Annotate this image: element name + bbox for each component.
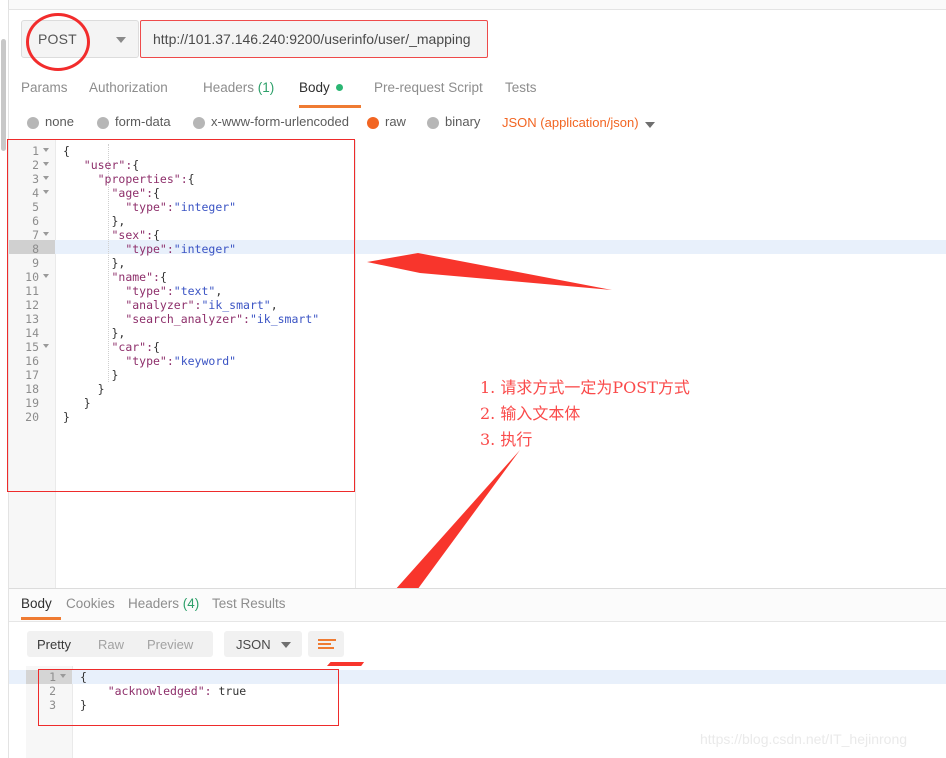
tab-authorization[interactable]: Authorization	[89, 80, 168, 95]
tab-headers-count: (1)	[257, 80, 275, 95]
radio-none-label[interactable]: none	[45, 114, 74, 129]
response-tab-headers-label: Headers	[128, 596, 180, 611]
tab-body-label: Body	[299, 80, 330, 95]
response-active-tab-indicator	[21, 617, 61, 620]
radio-binary[interactable]	[427, 117, 439, 129]
content-type-select-label[interactable]: JSON (application/json)	[502, 115, 639, 130]
radio-form-data-label[interactable]: form-data	[115, 114, 171, 129]
tab-headers-label: Headers	[203, 80, 255, 95]
tab-params[interactable]: Params	[21, 80, 68, 95]
body-modified-dot-icon	[335, 84, 343, 91]
response-tabs: Body Cookies Headers (4) Test Results	[9, 589, 946, 622]
view-mode-preview[interactable]: Preview	[147, 637, 193, 652]
response-tab-test-results[interactable]: Test Results	[212, 596, 286, 611]
radio-form-data[interactable]	[97, 117, 109, 129]
watermark-text: https://blog.csdn.net/IT_hejinrong	[700, 731, 908, 747]
annotation-steps-text: 1. 请求方式一定为POST方式 2. 输入文本体 3. 执行	[480, 378, 690, 449]
radio-urlencoded-label[interactable]: x-www-form-urlencoded	[211, 114, 349, 129]
radio-raw-label[interactable]: raw	[385, 114, 406, 129]
request-tabs: Params Authorization Headers (1) Body Pr…	[9, 72, 946, 109]
radio-none[interactable]	[27, 117, 39, 129]
response-tab-headers-count: (4)	[182, 596, 200, 611]
response-tab-headers[interactable]: Headers (4)	[128, 596, 199, 611]
sidebar-scrollbar[interactable]	[1, 39, 6, 151]
radio-urlencoded[interactable]	[193, 117, 205, 129]
response-tab-body[interactable]: Body	[21, 596, 52, 611]
body-type-options: none form-data x-www-form-urlencoded raw…	[9, 108, 946, 138]
url-value: http://101.37.146.240:9200/userinfo/user…	[153, 31, 471, 47]
tab-tests[interactable]: Tests	[505, 80, 537, 95]
tab-body[interactable]: Body	[299, 80, 343, 95]
view-mode-raw[interactable]: Raw	[98, 637, 124, 652]
word-wrap-icon	[318, 639, 336, 650]
view-mode-pretty[interactable]: Pretty	[37, 637, 71, 652]
response-tab-cookies[interactable]: Cookies	[66, 596, 115, 611]
chevron-down-icon[interactable]	[281, 642, 291, 648]
window-top-left-corner	[0, 0, 9, 9]
annotation-box-response-body	[38, 669, 339, 726]
url-input[interactable]: http://101.37.146.240:9200/userinfo/user…	[140, 20, 488, 58]
annotation-circle-method	[26, 13, 90, 71]
window-top-edge	[0, 0, 946, 10]
response-format-label: JSON	[236, 637, 271, 652]
annotation-box-request-body	[7, 139, 355, 492]
radio-binary-label[interactable]: binary	[445, 114, 480, 129]
request-bar: POST http://101.37.146.240:9200/userinfo…	[9, 10, 946, 71]
tab-headers[interactable]: Headers (1)	[203, 80, 274, 95]
tab-pre-request-script[interactable]: Pre-request Script	[374, 80, 483, 95]
radio-raw[interactable]	[367, 117, 379, 129]
editor-right-border	[355, 140, 356, 588]
response-toolbar: Pretty Raw Preview JSON	[9, 622, 946, 662]
chevron-down-icon	[116, 37, 126, 43]
chevron-down-icon[interactable]	[645, 122, 655, 128]
